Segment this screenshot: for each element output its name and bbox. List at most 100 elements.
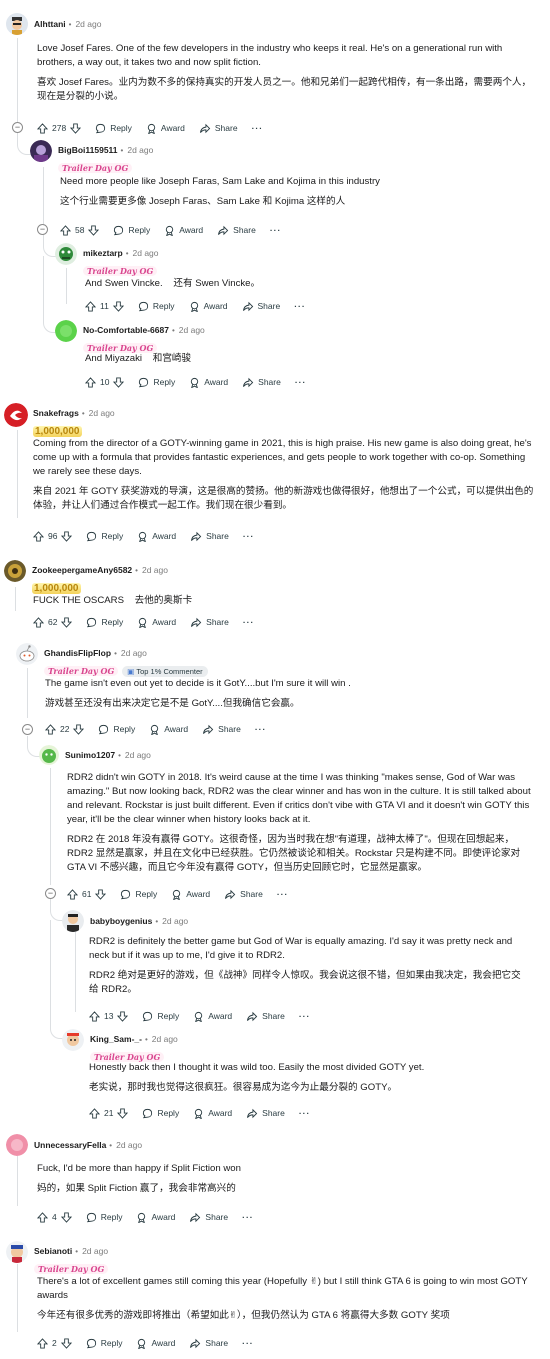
snakefrags-avatar[interactable] <box>4 403 28 427</box>
username[interactable]: babyboygenius <box>90 916 152 926</box>
award-button[interactable]: Award <box>137 617 176 628</box>
downvote-icon[interactable] <box>73 723 85 735</box>
downvote-icon[interactable] <box>112 300 124 312</box>
username[interactable]: UnnecessaryFella <box>34 1140 106 1150</box>
mikeztarp-avatar[interactable] <box>55 243 77 265</box>
zookeeper-avatar[interactable] <box>4 560 26 582</box>
downvote-icon[interactable] <box>70 122 82 134</box>
vote-control[interactable]: 278 <box>37 122 82 134</box>
share-button[interactable]: Share <box>242 377 281 388</box>
more-options-button[interactable]: ··· <box>242 1212 254 1222</box>
share-button[interactable]: Share <box>217 225 256 236</box>
downvote-icon[interactable] <box>60 1211 72 1223</box>
award-button[interactable]: Award <box>146 123 185 134</box>
collapse-button[interactable]: − <box>12 122 23 133</box>
username[interactable]: BigBoi1159511 <box>58 145 118 155</box>
reply-button[interactable]: Reply <box>86 1338 122 1349</box>
award-button[interactable]: Award <box>171 889 210 900</box>
award-button[interactable]: Award <box>164 225 203 236</box>
collapse-button[interactable]: − <box>22 724 33 735</box>
username[interactable]: King_Sam-_- <box>90 1034 142 1044</box>
vote-control[interactable]: 2 <box>37 1337 72 1349</box>
upvote-icon[interactable] <box>85 376 96 388</box>
sebianoti-avatar[interactable] <box>6 1241 28 1263</box>
vote-control[interactable]: 10 <box>85 376 125 388</box>
more-options-button[interactable]: ··· <box>299 1011 311 1021</box>
share-button[interactable]: Share <box>202 724 241 735</box>
reply-button[interactable]: Reply <box>86 1212 122 1223</box>
upvote-icon[interactable] <box>33 616 44 628</box>
vote-control[interactable]: 21 <box>89 1107 129 1119</box>
username[interactable]: mikeztarp <box>83 248 123 258</box>
share-button[interactable]: Share <box>190 531 229 542</box>
award-button[interactable]: Award <box>189 301 228 312</box>
alhttani-avatar[interactable] <box>6 13 28 35</box>
babyboy-avatar[interactable] <box>62 910 84 932</box>
more-options-button[interactable]: ··· <box>252 123 264 133</box>
username[interactable]: Alhttani <box>34 19 66 29</box>
upvote-icon[interactable] <box>89 1107 100 1119</box>
reply-button[interactable]: Reply <box>138 377 175 388</box>
username[interactable]: GhandisFlipFlop <box>44 648 111 658</box>
king-sam-avatar[interactable] <box>62 1029 84 1051</box>
share-button[interactable]: Share <box>189 1212 228 1223</box>
upvote-icon[interactable] <box>37 122 48 134</box>
more-options-button[interactable]: ··· <box>295 377 307 387</box>
username[interactable]: No-Comfortable-6687 <box>83 325 169 335</box>
upvote-icon[interactable] <box>37 1211 48 1223</box>
more-options-button[interactable]: ··· <box>294 301 306 311</box>
vote-control[interactable]: 4 <box>37 1211 72 1223</box>
reply-button[interactable]: Reply <box>113 225 150 236</box>
share-button[interactable]: Share <box>199 123 238 134</box>
downvote-icon[interactable] <box>95 888 107 900</box>
collapse-button[interactable]: − <box>37 224 48 235</box>
upvote-icon[interactable] <box>45 723 56 735</box>
more-options-button[interactable]: ··· <box>242 1338 254 1348</box>
more-options-button[interactable]: ··· <box>255 724 267 734</box>
upvote-icon[interactable] <box>85 300 96 312</box>
downvote-icon[interactable] <box>117 1010 129 1022</box>
vote-control[interactable]: 96 <box>33 530 73 542</box>
share-button[interactable]: Share <box>246 1108 285 1119</box>
downvote-icon[interactable] <box>60 1337 72 1349</box>
username[interactable]: Sebianoti <box>34 1246 72 1256</box>
username[interactable]: ZookeepergameAny6582 <box>32 565 132 575</box>
upvote-icon[interactable] <box>33 530 44 542</box>
award-button[interactable]: Award <box>136 1338 175 1349</box>
share-button[interactable]: Share <box>224 889 263 900</box>
unnecessary-avatar[interactable] <box>6 1134 28 1156</box>
share-button[interactable]: Share <box>242 301 280 312</box>
collapse-button[interactable]: − <box>45 888 56 899</box>
reply-button[interactable]: Reply <box>142 1011 179 1022</box>
share-button[interactable]: Share <box>190 617 229 628</box>
more-options-button[interactable]: ··· <box>299 1108 311 1118</box>
vote-control[interactable]: 13 <box>89 1010 129 1022</box>
upvote-icon[interactable] <box>89 1010 100 1022</box>
award-button[interactable]: Award <box>149 724 188 735</box>
award-button[interactable]: Award <box>193 1108 232 1119</box>
vote-control[interactable]: 58 <box>60 224 100 236</box>
downvote-icon[interactable] <box>61 530 73 542</box>
username[interactable]: Snakefrags <box>33 408 79 418</box>
reply-button[interactable]: Reply <box>142 1108 179 1119</box>
downvote-icon[interactable] <box>88 224 100 236</box>
upvote-icon[interactable] <box>37 1337 48 1349</box>
vote-control[interactable]: 61 <box>67 888 107 900</box>
award-button[interactable]: Award <box>193 1011 232 1022</box>
downvote-icon[interactable] <box>117 1107 129 1119</box>
reply-button[interactable]: Reply <box>86 531 123 542</box>
more-options-button[interactable]: ··· <box>243 617 255 627</box>
share-button[interactable]: Share <box>189 1338 228 1349</box>
ghandis-avatar[interactable] <box>16 643 38 665</box>
reply-button[interactable]: Reply <box>86 617 123 628</box>
bigboi-avatar[interactable] <box>30 140 52 162</box>
vote-control[interactable]: 22 <box>45 723 85 735</box>
username[interactable]: Sunimo1207 <box>65 750 115 760</box>
award-button[interactable]: Award <box>137 531 176 542</box>
reply-button[interactable]: Reply <box>120 889 157 900</box>
upvote-icon[interactable] <box>67 888 78 900</box>
downvote-icon[interactable] <box>61 616 73 628</box>
no-comfortable-avatar[interactable] <box>55 320 77 342</box>
award-button[interactable]: Award <box>136 1212 175 1223</box>
award-button[interactable]: Award <box>189 377 228 388</box>
